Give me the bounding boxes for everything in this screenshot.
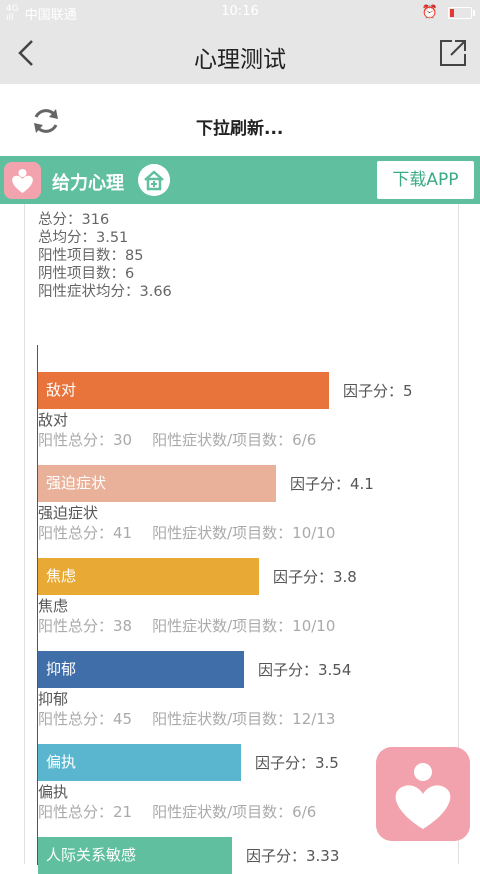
factor-name: 强迫症状 [38,504,99,522]
factor-stats: 阳性总分：45 阳性症状数/项目数：12/13 [38,708,335,729]
positive-items: 阳性项目数：85 [38,248,144,264]
positive-total: 阳性总分：38 [38,617,133,635]
download-app-button[interactable]: 下载APP [377,161,474,199]
clock: 10:16 [221,4,259,19]
brand-banner: 给力心理 下载APP [0,156,480,204]
battery-icon [448,6,475,19]
factor-bar: 偏执 [38,744,241,781]
positive-ratio: 阳性症状数/项目数：6/6 [152,431,317,449]
heart-logo-button[interactable] [376,747,470,841]
status-right: ⏰ [421,5,475,20]
pull-refresh: 下拉刷新... [0,84,480,156]
factor-bar: 抑郁 [38,651,244,688]
positive-total: 阳性总分：21 [38,803,133,821]
total-mean: 总均分：3.51 [38,230,129,246]
factor-stats: 阳性总分：30 阳性症状数/项目数：6/6 [38,429,316,450]
brand-logo-icon [4,162,41,199]
factor-stats: 阳性总分：38 阳性症状数/项目数：10/10 [38,615,335,636]
positive-total: 阳性总分：41 [38,524,133,542]
factor-score-label: 因子分：4.1 [290,475,374,493]
positive-total: 阳性总分：30 [38,431,133,449]
positive-ratio: 阳性症状数/项目数：10/10 [152,524,336,542]
factor-name: 抑郁 [38,690,69,708]
positive-mean: 阳性症状均分：3.66 [38,284,172,300]
factor-score-label: 因子分：3.54 [258,661,352,679]
factor-name: 敌对 [38,411,69,429]
positive-total: 阳性总分：45 [38,710,133,728]
summary-block: 总分：316 总均分：3.51 阳性项目数：85 阴性项目数：6 阳性症状均分：… [38,211,172,301]
status-bar: 4G ıll 中国联通 10:16 ⏰ [0,0,480,24]
factor-bar: 敌对 [38,372,329,409]
home-icon [138,164,170,196]
factor-score-label: 因子分：3.5 [255,754,339,772]
positive-ratio: 阳性症状数/项目数：6/6 [152,803,317,821]
nav-bar: 心理测试 [0,24,480,84]
positive-ratio: 阳性症状数/项目数：12/13 [152,710,336,728]
factor-name: 偏执 [38,783,69,801]
total-score: 总分：316 [38,212,110,228]
factor-bar: 人际关系敏感 [38,837,232,874]
factor-name: 焦虑 [38,597,69,615]
refresh-icon [34,109,58,133]
positive-ratio: 阳性症状数/项目数：10/10 [152,617,336,635]
factor-score-label: 因子分：5 [343,382,413,400]
factor-stats: 阳性总分：41 阳性症状数/项目数：10/10 [38,522,335,543]
negative-items: 阴性项目数：6 [38,266,135,282]
factor-stats: 阳性总分：21 阳性症状数/项目数：6/6 [38,801,316,822]
factor-bar: 焦虑 [38,558,259,595]
factor-score-label: 因子分：3.8 [273,568,357,586]
page-title: 心理测试 [194,47,286,73]
brand-name: 给力心理 [52,173,124,194]
factor-bar: 强迫症状 [38,465,276,502]
refresh-text: 下拉刷新... [196,119,284,139]
alarm-icon: ⏰ [421,5,438,20]
factor-score-label: 因子分：3.33 [246,847,340,865]
share-icon[interactable] [438,38,468,68]
